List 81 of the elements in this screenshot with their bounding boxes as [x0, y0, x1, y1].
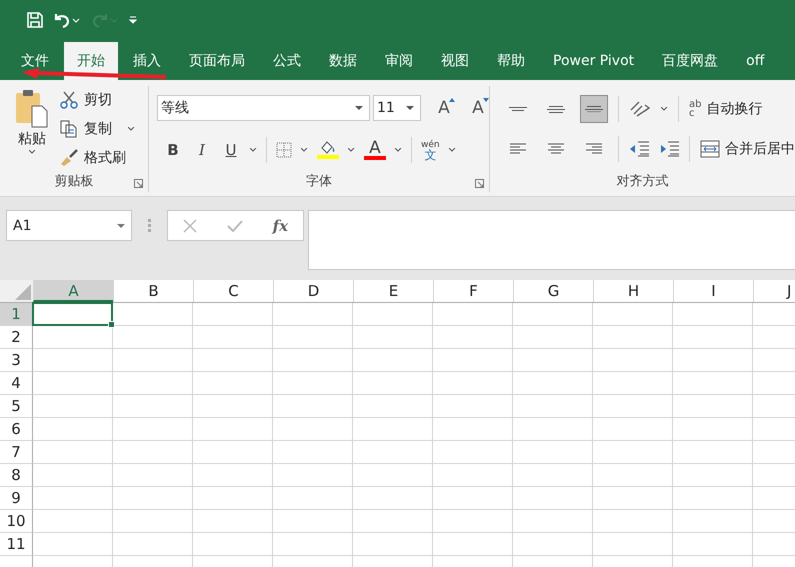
align-top-icon	[509, 107, 527, 111]
select-all-icon[interactable]	[15, 284, 31, 300]
increase-indent-icon[interactable]	[659, 141, 679, 157]
paint-bucket-icon	[319, 141, 337, 155]
clipboard-icon	[15, 88, 49, 128]
phonetic-button[interactable]: wén 文	[421, 140, 440, 160]
ribbon-tab[interactable]: 审阅	[372, 42, 426, 80]
align-middle-icon	[547, 106, 565, 112]
row-header[interactable]: 11	[0, 533, 33, 556]
painter-button[interactable]: 格式刷	[60, 146, 135, 170]
ribbon-tab[interactable]: 数据	[316, 42, 370, 80]
customize-icon[interactable]	[129, 16, 137, 24]
group-label: 剪贴板	[54, 173, 94, 190]
check-icon[interactable]	[226, 220, 243, 232]
insert-function-button[interactable]: fx	[272, 216, 288, 234]
undo-icon[interactable]	[53, 12, 81, 28]
decrease-indent-icon[interactable]	[629, 141, 649, 157]
ribbon-tab[interactable]: 百度网盘	[649, 42, 732, 80]
row-header[interactable]: 5	[0, 395, 33, 418]
cancel-icon[interactable]	[182, 218, 197, 232]
ribbon-tab[interactable]: off	[733, 42, 778, 80]
copy-icon	[60, 120, 78, 138]
text-orientation-icon[interactable]	[629, 100, 651, 118]
row-header[interactable]: 1	[0, 303, 33, 326]
group-label: 对齐方式	[616, 173, 668, 190]
row-header[interactable]: 8	[0, 464, 33, 487]
caret-icon[interactable]	[448, 148, 456, 152]
dialog-launcher-icon[interactable]	[475, 179, 484, 188]
borders-icon[interactable]	[276, 142, 292, 158]
bottom-align-button[interactable]	[580, 95, 608, 123]
brush-icon	[60, 149, 78, 167]
caret-icon[interactable]	[661, 107, 668, 111]
align-left-icon	[509, 142, 527, 156]
row-header[interactable]: 3	[0, 349, 33, 372]
decrease-font-button[interactable]: A	[467, 98, 489, 118]
name-box[interactable]: A1	[6, 210, 132, 241]
copy-button[interactable]: 复制	[60, 117, 135, 141]
dropdown-arrow-icon	[406, 106, 414, 110]
ribbon-tab[interactable]: 插入	[120, 42, 174, 80]
caret-icon[interactable]	[395, 148, 402, 152]
paste-button[interactable]: 粘贴	[12, 86, 52, 170]
caret-icon[interactable]	[348, 148, 355, 152]
row-header[interactable]: 10	[0, 510, 33, 533]
align-center-icon	[547, 142, 565, 156]
caret-icon[interactable]	[301, 148, 308, 152]
ribbon-tab[interactable]: 视图	[428, 42, 482, 80]
underline-button[interactable]: U	[221, 141, 241, 159]
align-bottom-icon	[585, 106, 603, 112]
italic-button[interactable]: I	[192, 141, 212, 159]
row-header[interactable]: 4	[0, 372, 33, 395]
ribbon-tab[interactable]: 帮助	[484, 42, 538, 80]
dropdown-arrow-icon	[117, 224, 125, 228]
grip-icon	[148, 219, 151, 233]
caret-icon	[128, 127, 135, 131]
ribbon-tab[interactable]: 页面布局	[176, 42, 258, 80]
caret-icon	[28, 150, 36, 154]
font-size-dropdown[interactable]: 11	[373, 95, 421, 121]
save-icon[interactable]	[27, 12, 43, 28]
group-label: 字体	[306, 173, 332, 190]
caret-icon[interactable]	[250, 148, 257, 152]
column-header[interactable]: A	[33, 280, 113, 302]
row-header[interactable]: 9	[0, 487, 33, 510]
ribbon-tab[interactable]: 公式	[260, 42, 314, 80]
align-right-icon	[585, 142, 603, 156]
bold-button[interactable]: B	[163, 141, 183, 159]
scissors-icon	[60, 91, 78, 109]
row-header[interactable]: 6	[0, 418, 33, 441]
font-color-button[interactable]: A	[364, 140, 386, 160]
merge-center-button[interactable]: 合并后居中	[700, 140, 795, 158]
merge-cells-icon	[700, 140, 720, 158]
formula-input[interactable]	[308, 210, 795, 270]
dropdown-arrow-icon	[355, 106, 363, 110]
row-header[interactable]: 7	[0, 441, 33, 464]
row-header[interactable]: 2	[0, 326, 33, 349]
dialog-launcher-icon[interactable]	[134, 179, 143, 188]
ribbon-tab[interactable]: 文件	[8, 42, 62, 80]
cut-button[interactable]: 剪切	[60, 88, 135, 112]
ribbon-tab[interactable]: Power Pivot	[540, 42, 648, 80]
increase-font-button[interactable]: A	[433, 98, 455, 118]
fill-color-button[interactable]	[317, 141, 339, 159]
font-name-dropdown[interactable]: 等线	[157, 95, 370, 121]
